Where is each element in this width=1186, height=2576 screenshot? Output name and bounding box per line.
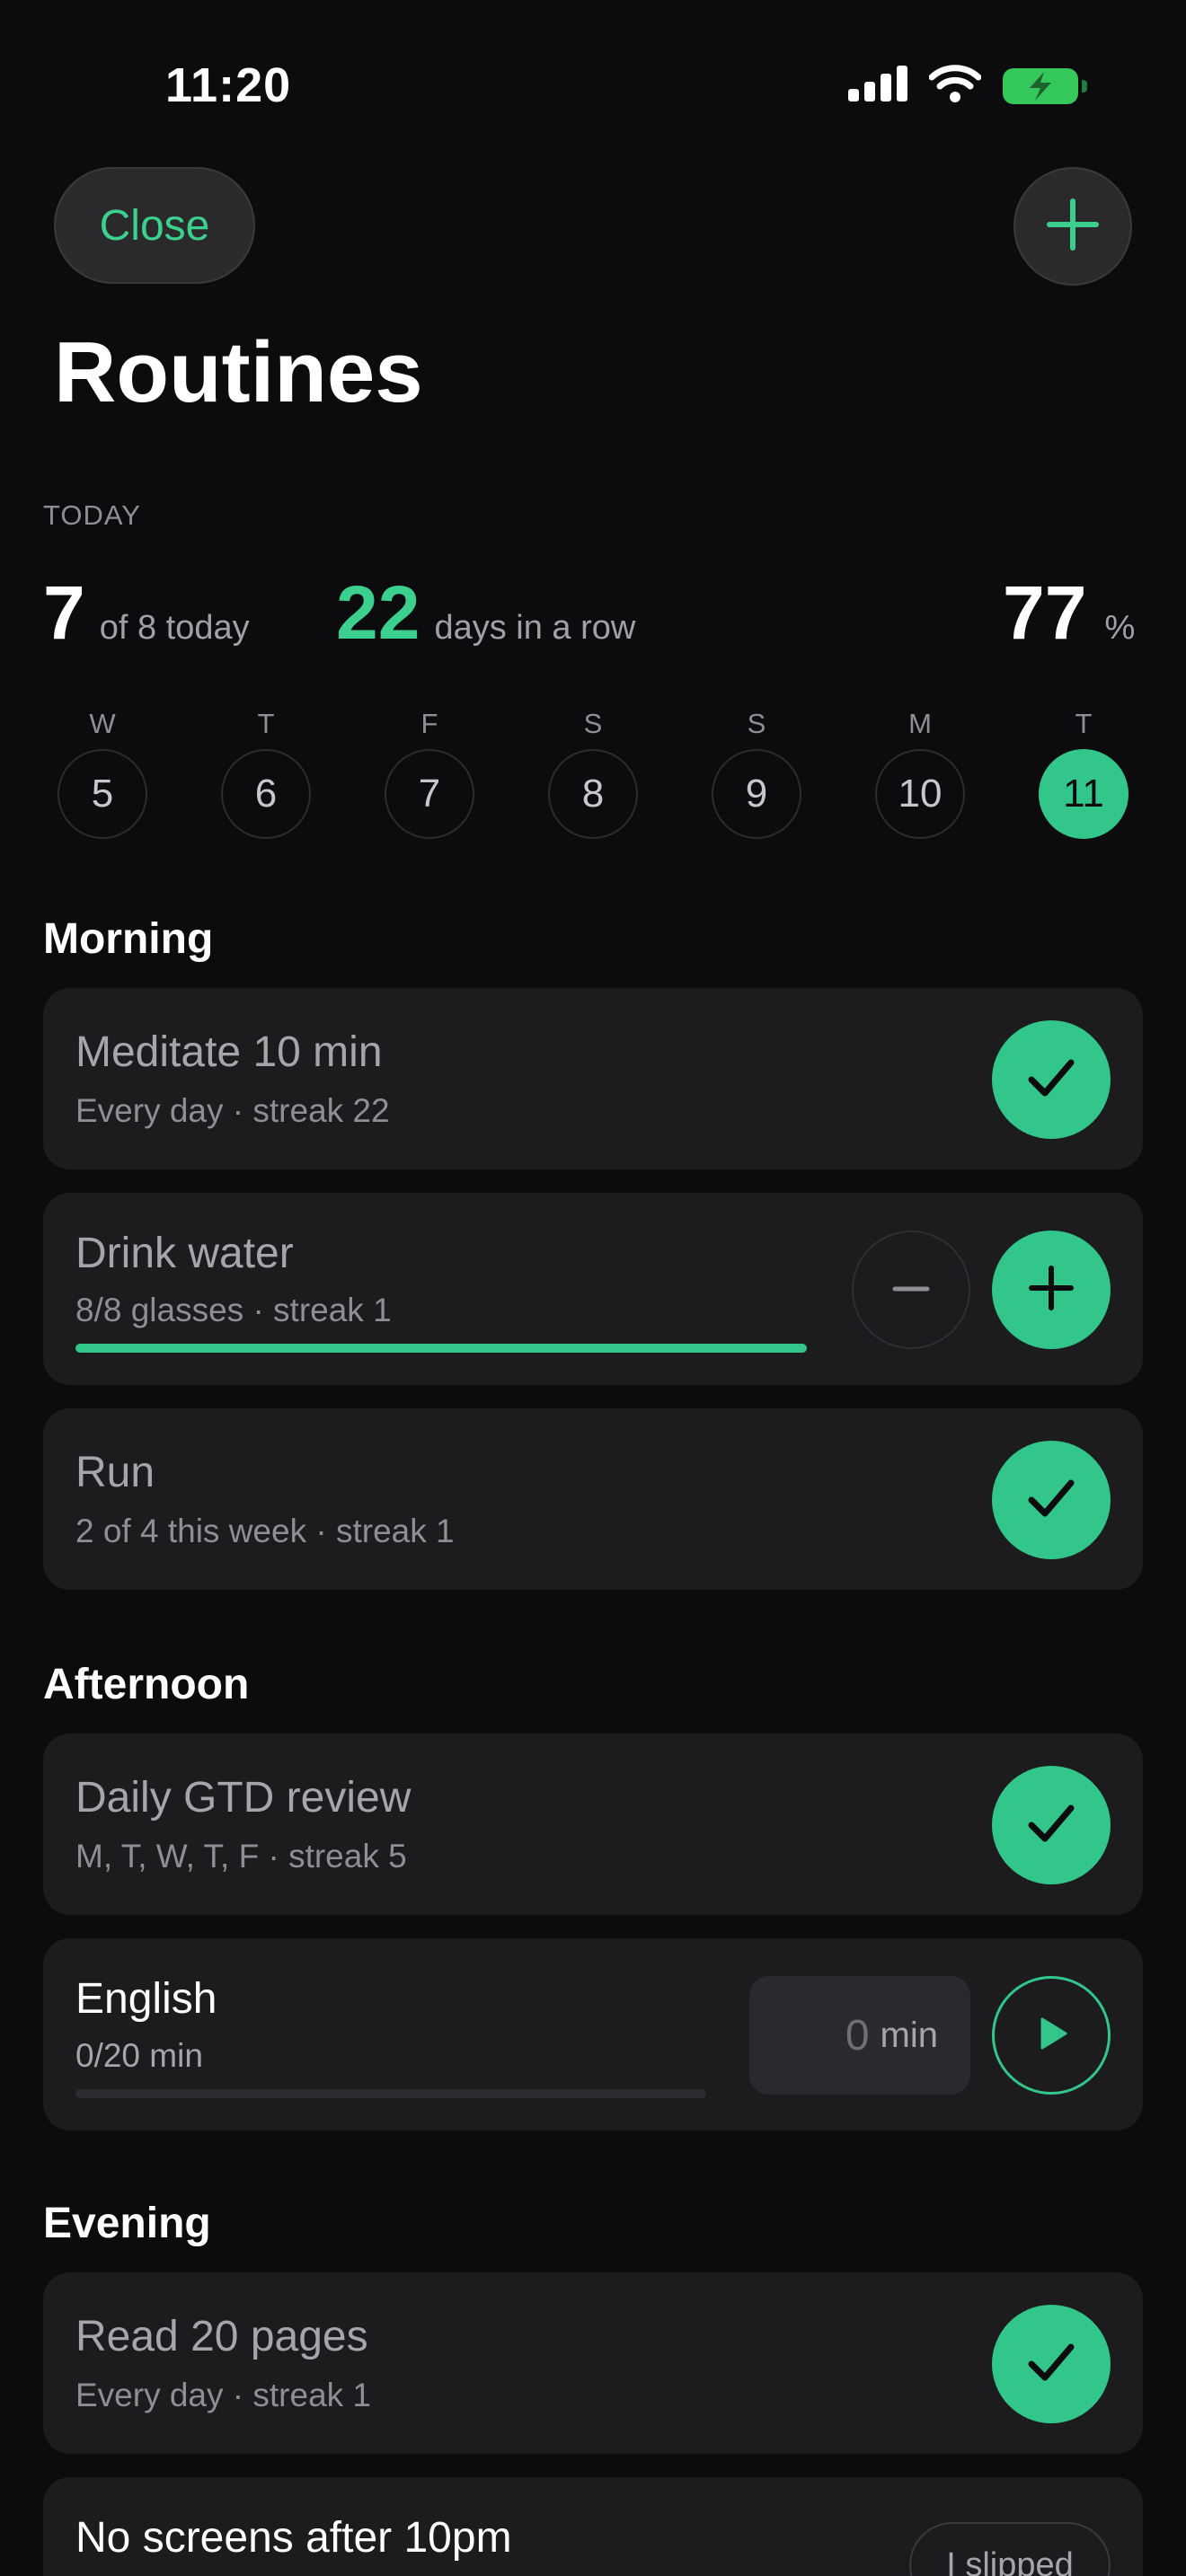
day-letter: S — [747, 708, 766, 739]
checkmark-icon — [1024, 1471, 1078, 1530]
section-evening: Evening — [43, 2200, 211, 2247]
streak-stat: 22 days in a row — [336, 575, 635, 650]
routine-card-no-screens[interactable]: No screens after 10pm I slipped — [43, 2477, 1143, 2576]
completed-today-stat: 7 of 8 today — [43, 575, 250, 650]
wifi-icon — [928, 65, 982, 107]
day-thu-6[interactable]: T 6 — [207, 708, 325, 839]
day-sun-9[interactable]: S 9 — [697, 708, 816, 839]
day-letter: M — [908, 708, 932, 739]
complete-button[interactable] — [992, 1020, 1111, 1139]
day-circle: 5 — [58, 749, 147, 839]
checkmark-icon — [1024, 1051, 1078, 1109]
routine-subtitle: 8/8 glasses · streak 1 — [75, 1292, 392, 1328]
day-sat-8[interactable]: S 8 — [534, 708, 652, 839]
completed-count: 7 — [43, 570, 85, 655]
routine-title: English — [75, 1975, 217, 2023]
routine-title: Run — [75, 1449, 155, 1496]
add-routine-button[interactable] — [1013, 167, 1132, 286]
percent-unit: % — [1104, 609, 1136, 647]
close-button[interactable]: Close — [54, 167, 255, 284]
streak-count: 22 — [336, 570, 420, 655]
checkmark-icon — [1024, 1796, 1078, 1855]
day-circle: 6 — [221, 749, 311, 839]
battery-charging-icon — [1003, 67, 1087, 104]
checkmark-icon — [1024, 2335, 1078, 2394]
section-morning: Morning — [43, 915, 214, 963]
play-icon — [1031, 2014, 1071, 2058]
routine-title: Read 20 pages — [75, 2313, 368, 2360]
decrement-button[interactable] — [852, 1231, 970, 1349]
minutes-input[interactable]: 0 min — [749, 1976, 970, 2095]
routine-card-meditate[interactable]: Meditate 10 min Every day · streak 22 — [43, 988, 1143, 1169]
percent-stat: 77 % — [1003, 575, 1135, 650]
routine-subtitle: Every day · streak 1 — [75, 2377, 372, 2413]
routine-subtitle: Every day · streak 22 — [75, 1092, 390, 1129]
plus-icon — [1028, 1265, 1075, 1316]
water-progress-fill — [75, 1344, 807, 1353]
routine-card-drink-water[interactable]: Drink water 8/8 glasses · streak 1 — [43, 1193, 1143, 1385]
english-progress-bar — [75, 2089, 706, 2098]
day-fri-7[interactable]: F 7 — [370, 708, 489, 839]
minus-icon — [891, 1282, 931, 1298]
day-circle: 8 — [548, 749, 638, 839]
complete-button[interactable] — [992, 1441, 1111, 1559]
status-bar: 11:20 — [0, 0, 1186, 171]
increment-button[interactable] — [992, 1231, 1111, 1349]
day-letter: T — [257, 708, 275, 739]
day-letter: W — [89, 708, 116, 739]
section-afternoon: Afternoon — [43, 1661, 250, 1708]
day-circle-selected: 11 — [1039, 749, 1128, 839]
day-circle: 10 — [875, 749, 965, 839]
routine-card-read[interactable]: Read 20 pages Every day · streak 1 — [43, 2272, 1143, 2454]
routine-title: Daily GTD review — [75, 1774, 412, 1822]
water-progress-bar — [75, 1344, 807, 1353]
page-title: Routines — [54, 324, 423, 420]
day-tue-11-selected[interactable]: T 11 — [1024, 708, 1143, 839]
routine-subtitle: 2 of 4 this week · streak 1 — [75, 1513, 455, 1549]
status-time: 11:20 — [165, 58, 292, 112]
cellular-signal-icon — [848, 66, 907, 106]
routine-card-run[interactable]: Run 2 of 4 this week · streak 1 — [43, 1408, 1143, 1590]
day-circle: 7 — [385, 749, 474, 839]
routine-title: Drink water — [75, 1230, 294, 1277]
day-letter: S — [583, 708, 603, 739]
status-icons — [848, 65, 1087, 107]
minutes-unit: min — [880, 2015, 938, 2055]
day-letter: F — [420, 708, 438, 739]
routine-title: No screens after 10pm — [75, 2514, 512, 2562]
day-circle: 9 — [712, 749, 801, 839]
complete-button[interactable] — [992, 2305, 1111, 2423]
minutes-value: 0 — [845, 2011, 870, 2060]
day-letter: T — [1075, 708, 1093, 739]
slipped-button[interactable]: I slipped — [909, 2522, 1111, 2576]
percent-value: 77 — [1003, 570, 1087, 655]
routine-title: Meditate 10 min — [75, 1028, 383, 1076]
routine-card-gtd-review[interactable]: Daily GTD review M, T, W, T, F · streak … — [43, 1734, 1143, 1915]
week-strip: W 5 T 6 F 7 S 8 S 9 M 10 T 11 — [43, 708, 1143, 839]
completed-label: of 8 today — [99, 609, 250, 647]
day-wed-5[interactable]: W 5 — [43, 708, 162, 839]
day-mon-10[interactable]: M 10 — [861, 708, 979, 839]
routines-screen: 11:20 Close Routines TODAY 7 of 8 today … — [0, 0, 1186, 2576]
routine-card-english[interactable]: English 0/20 min 0 min — [43, 1938, 1143, 2130]
routine-subtitle: M, T, W, T, F · streak 5 — [75, 1838, 407, 1875]
start-timer-button[interactable] — [992, 1976, 1111, 2095]
routine-subtitle: 0/20 min — [75, 2037, 203, 2074]
streak-label: days in a row — [434, 609, 636, 647]
today-section-label: TODAY — [43, 499, 141, 531]
plus-icon — [1046, 198, 1100, 256]
complete-button[interactable] — [992, 1766, 1111, 1884]
